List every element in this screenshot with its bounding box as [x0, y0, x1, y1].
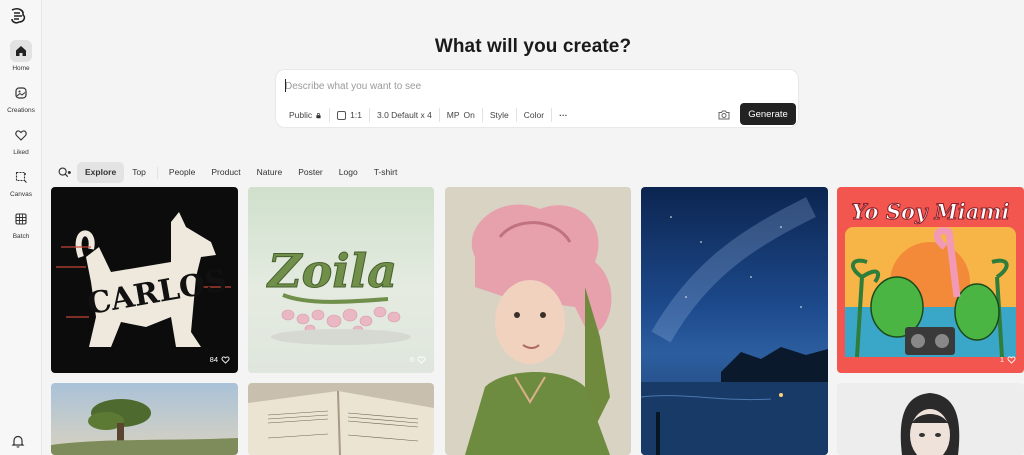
- sidebar-item-batch[interactable]: Batch: [0, 208, 42, 240]
- tab-product[interactable]: Product: [203, 162, 248, 183]
- svg-text:Zoila: Zoila: [266, 244, 397, 298]
- visibility-label: Public: [289, 110, 313, 120]
- heart-icon: [417, 356, 426, 364]
- aspect-ratio-label: 1:1: [350, 110, 362, 120]
- home-icon: [10, 40, 32, 62]
- sidebar-item-liked[interactable]: Liked: [0, 124, 42, 156]
- main-content: What will you create? Public 1:1 3.0 Def…: [42, 0, 1024, 455]
- gallery-item-girl-pink-flower[interactable]: [445, 187, 631, 455]
- girl-portrait-illustration: [465, 204, 612, 455]
- like-count-value: 1: [999, 355, 1004, 364]
- sidebar-item-creations[interactable]: Creations: [0, 82, 42, 114]
- generate-button[interactable]: Generate: [740, 103, 796, 125]
- zoila-illustration: Zoila: [266, 244, 411, 345]
- gallery-item-carlos-dog[interactable]: CARLOS 84: [51, 187, 238, 373]
- tab-people[interactable]: People: [161, 162, 203, 183]
- tab-top[interactable]: Top: [124, 162, 154, 183]
- aspect-ratio-button[interactable]: 1:1: [330, 106, 369, 124]
- gallery-item-night-sky-lake[interactable]: [641, 187, 828, 455]
- canvas-icon: [10, 166, 32, 188]
- sidebar-item-label: Home: [12, 65, 30, 72]
- sidebar-item-label: Liked: [13, 149, 29, 156]
- girl-sketch-illustration: [900, 393, 960, 455]
- aspect-square-icon: [337, 110, 347, 120]
- sidebar-item-label: Creations: [7, 107, 35, 114]
- color-button[interactable]: Color: [517, 106, 551, 124]
- model-label: 3.0 Default x 4: [376, 110, 432, 120]
- brand-logo-icon[interactable]: [8, 6, 28, 26]
- night-lake-illustration: [641, 197, 828, 455]
- category-tabs: Explore Top People Product Nature Poster…: [54, 162, 405, 183]
- more-options-button[interactable]: ···: [552, 106, 575, 124]
- notification-bell-icon[interactable]: [10, 433, 26, 449]
- visibility-toggle[interactable]: Public: [282, 106, 329, 124]
- like-count-value: 84: [209, 355, 218, 364]
- sidebar-item-canvas[interactable]: Canvas: [0, 166, 42, 198]
- prompt-panel: Public 1:1 3.0 Default x 4 MP On Style: [275, 69, 799, 128]
- like-count-value: 6: [409, 355, 414, 364]
- tab-explore[interactable]: Explore: [77, 162, 125, 183]
- style-button[interactable]: Style: [483, 106, 516, 124]
- page-title: What will you create?: [434, 36, 632, 57]
- sheet-music-illustration: [248, 390, 434, 455]
- color-label: Color: [523, 110, 545, 120]
- prompt-options: Public 1:1 3.0 Default x 4 MP On Style C…: [282, 106, 575, 124]
- magic-prompt-toggle[interactable]: MP On: [440, 106, 482, 124]
- gallery-item-yo-soy-miami[interactable]: Yo Soy Miami 1: [837, 187, 1024, 373]
- lock-icon: [316, 112, 321, 118]
- dog-illustration: CARLOS: [56, 212, 231, 347]
- gallery-item-sheet-music[interactable]: [248, 383, 434, 455]
- more-icon: ···: [559, 110, 568, 120]
- text-caret: [285, 79, 286, 92]
- like-count[interactable]: 1: [1000, 355, 1016, 364]
- batch-icon: [10, 208, 32, 230]
- image-icon: [10, 82, 32, 104]
- gallery-item-zoila[interactable]: Zoila 6: [248, 187, 434, 373]
- search-icon[interactable]: [54, 162, 74, 183]
- tree-landscape-illustration: [51, 399, 238, 455]
- sidebar-item-label: Batch: [12, 233, 30, 240]
- like-count[interactable]: 84: [210, 355, 230, 364]
- tshirt-slogan: Yo Soy Miami: [851, 199, 1010, 225]
- style-label: Style: [489, 110, 509, 120]
- camera-icon[interactable]: [717, 108, 731, 122]
- gallery-item-lone-tree[interactable]: [51, 383, 238, 455]
- sidebar-item-label: Canvas: [9, 191, 33, 198]
- tab-poster[interactable]: Poster: [290, 162, 331, 183]
- heart-icon: [1007, 356, 1016, 364]
- mp-label: MP: [446, 110, 460, 120]
- tab-t-shirt[interactable]: T-shirt: [366, 162, 406, 183]
- mp-value: On: [463, 110, 475, 120]
- prompt-input[interactable]: [285, 78, 785, 94]
- gallery-item-girl-portrait[interactable]: [837, 383, 1024, 455]
- tab-logo[interactable]: Logo: [331, 162, 366, 183]
- model-select[interactable]: 3.0 Default x 4: [370, 106, 439, 124]
- heart-icon: [221, 356, 230, 364]
- like-count[interactable]: 6: [410, 355, 426, 364]
- tab-nature[interactable]: Nature: [249, 162, 291, 183]
- sidebar: Home Creations Liked Canvas Batch: [0, 0, 42, 455]
- heart-icon: [10, 124, 32, 146]
- sidebar-item-home[interactable]: Home: [0, 40, 42, 72]
- divider: [156, 166, 158, 179]
